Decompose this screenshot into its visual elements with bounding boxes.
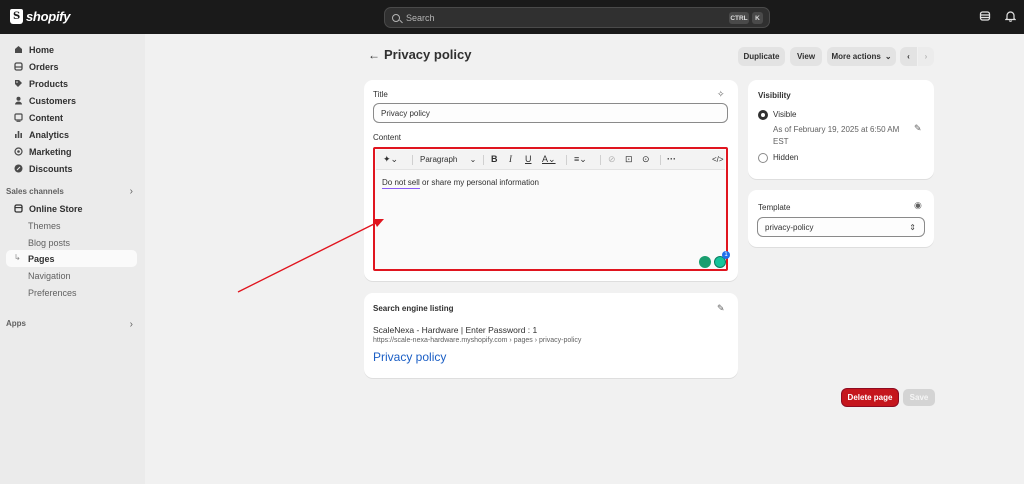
- template-select[interactable]: privacy-policy ⇕: [757, 217, 925, 237]
- edit-pencil-icon[interactable]: ✎: [914, 123, 922, 134]
- eye-icon[interactable]: ◉: [914, 200, 922, 211]
- save-button[interactable]: Save: [903, 389, 935, 406]
- template-heading: Template: [758, 203, 791, 212]
- seo-heading: Search engine listing: [373, 304, 454, 313]
- edit-pencil-icon[interactable]: ✎: [717, 303, 725, 314]
- visibility-heading: Visibility: [758, 91, 791, 100]
- seo-url: https://scale-nexa-hardware.myshopify.co…: [373, 337, 582, 344]
- visible-label: Visible: [773, 110, 797, 119]
- hidden-radio[interactable]: [758, 153, 768, 163]
- hidden-label: Hidden: [773, 153, 799, 162]
- select-arrows-icon: ⇕: [909, 222, 916, 232]
- delete-page-button[interactable]: Delete page: [842, 389, 898, 406]
- visible-detail: As of February 19, 2025 at 6:50 AM EST: [773, 125, 900, 146]
- seo-page-link[interactable]: Privacy policy: [373, 350, 446, 364]
- visible-radio[interactable]: [758, 110, 768, 120]
- seo-store-title: ScaleNexa - Hardware | Enter Password : …: [373, 325, 538, 335]
- template-select-value: privacy-policy: [765, 222, 814, 232]
